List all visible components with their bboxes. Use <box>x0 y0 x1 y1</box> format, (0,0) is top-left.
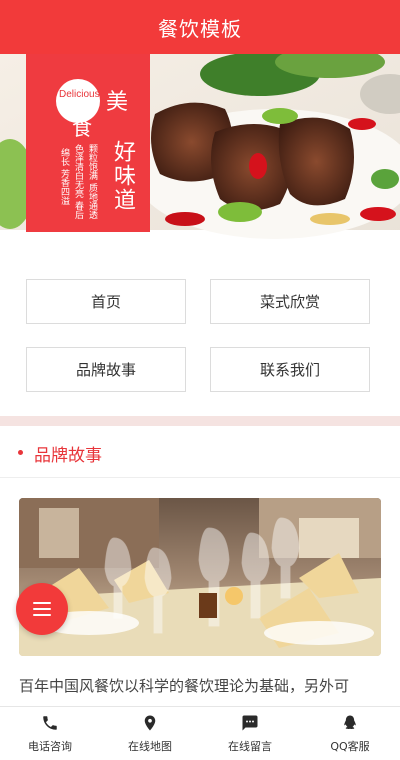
map-pin-icon <box>144 715 156 730</box>
section-title: 品牌故事 <box>34 446 102 466</box>
restaurant-table-photo <box>19 498 381 656</box>
nav-dishes-label: 菜式欣赏 <box>259 293 320 311</box>
hero-banner[interactable]: Delicious 美 食 好味道 颗粒饱满 质地通透 色泽清白无亮 春后 绵长… <box>0 54 400 246</box>
chat-icon <box>242 715 258 730</box>
nav-contact-label: 联系我们 <box>259 361 320 379</box>
tab-qq[interactable]: QQ客服 <box>300 707 400 760</box>
hamburger-icon-bar-2 <box>33 608 51 610</box>
tab-message[interactable]: 在线留言 <box>200 707 300 760</box>
app-header: 餐饮模板 <box>0 0 400 54</box>
nav-home-button[interactable]: 首页 <box>26 279 186 324</box>
phone-icon <box>43 715 57 730</box>
page-title: 餐饮模板 <box>158 16 242 41</box>
tab-map-label: 在线地图 <box>128 739 172 753</box>
nav-grid: 首页 菜式欣赏 品牌故事 联系我们 <box>0 246 400 416</box>
hamburger-icon-bar-1 <box>33 602 51 604</box>
section-divider <box>0 416 400 426</box>
brand-story-header: 品牌故事 <box>0 426 400 478</box>
nav-home-label: 首页 <box>90 293 121 311</box>
banner-line-1: 颗粒饱满 质地通透 <box>87 144 97 219</box>
nav-dishes-button[interactable]: 菜式欣赏 <box>210 279 370 324</box>
tab-phone[interactable]: 电话咨询 <box>0 707 100 760</box>
banner-logo-script: Delicious <box>59 89 100 100</box>
hamburger-icon-bar-3 <box>33 614 51 616</box>
nav-brand-story-button[interactable]: 品牌故事 <box>26 347 186 392</box>
banner-headline: 好味道 <box>110 140 135 212</box>
tab-message-label: 在线留言 <box>228 739 272 753</box>
tab-map[interactable]: 在线地图 <box>100 707 200 760</box>
banner-line-3: 绵长 芳香四溢 <box>59 148 69 205</box>
nav-brand-story-label: 品牌故事 <box>75 361 136 379</box>
bullet-dot-icon <box>18 450 23 455</box>
qq-icon <box>344 715 356 729</box>
banner-mei: 美 <box>106 90 129 115</box>
tab-qq-label: QQ客服 <box>330 739 370 753</box>
menu-fab-button[interactable] <box>16 583 68 635</box>
nav-contact-button[interactable]: 联系我们 <box>210 347 370 392</box>
banner-shi: 食 <box>72 116 92 140</box>
banner-caption: Delicious 美 食 好味道 颗粒饱满 质地通透 色泽清白无亮 春后 绵长… <box>26 54 150 232</box>
tab-phone-label: 电话咨询 <box>28 739 72 753</box>
banner-line-2: 色泽清白无亮 春后 <box>73 144 83 219</box>
story-text: 百年中国风餐饮以科学的餐饮理论为基础，另外可 <box>19 677 350 695</box>
bottom-tab-bar: 电话咨询 在线地图 在线留言 QQ客服 <box>0 706 400 760</box>
story-restaurant-image[interactable] <box>19 498 381 656</box>
